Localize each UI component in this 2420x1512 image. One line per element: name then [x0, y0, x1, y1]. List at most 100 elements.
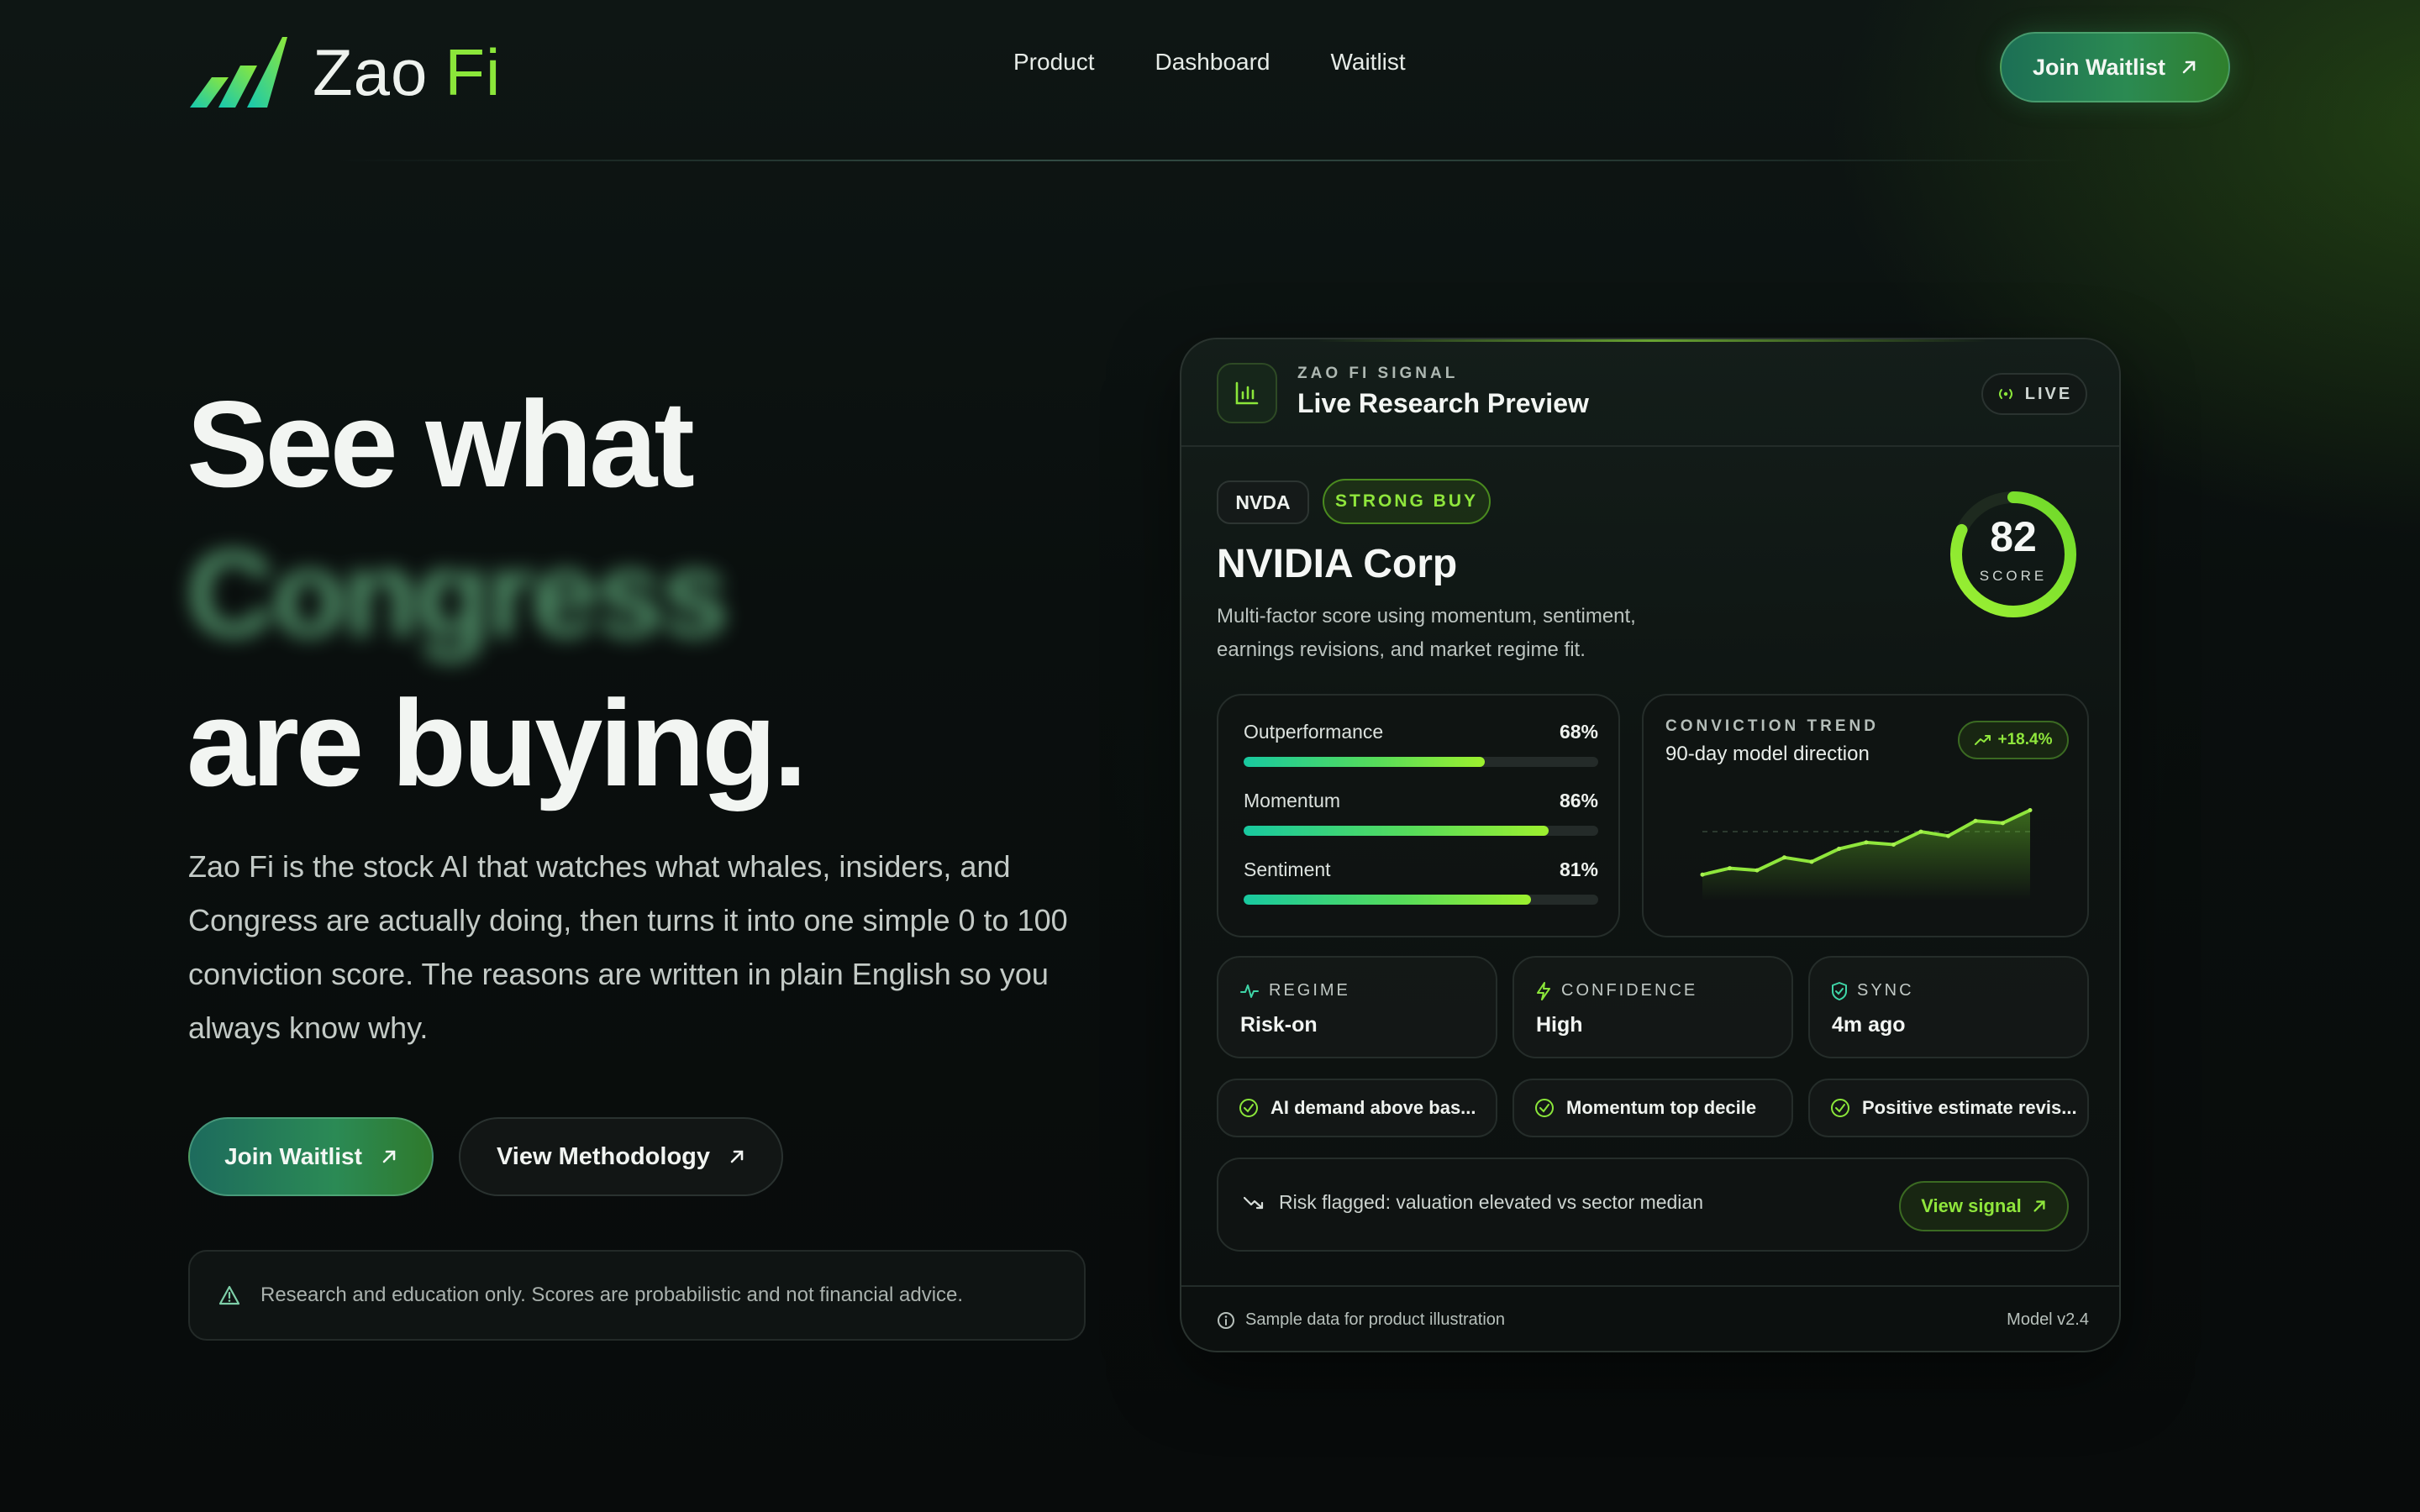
trend-change-value: +18.4%: [1997, 731, 2053, 748]
trend-point: [1700, 872, 1705, 877]
nav-divider: [336, 160, 2084, 161]
logo[interactable]: Zao Fi: [190, 32, 501, 113]
nav-link-product[interactable]: Product: [1013, 49, 1095, 76]
hero-title-blurred-word: Congress: [187, 525, 729, 662]
reason-chip[interactable]: Positive estimate revis...: [1808, 1079, 2089, 1137]
trending-down-icon: [1244, 1196, 1264, 1209]
metric-bar-track: [1244, 757, 1598, 767]
trend-point: [1946, 833, 1950, 838]
shield-icon: [1832, 981, 1847, 1000]
conviction-trend-panel: CONVICTION TREND 90-day model direction …: [1642, 694, 2089, 937]
trending-up-icon: [1974, 735, 1991, 745]
trend-point: [1973, 818, 1978, 823]
metrics-panel: Outperformance 68% Momentum 86% Sentiment 8…: [1217, 694, 1620, 937]
arrow-up-right-icon: [730, 1150, 744, 1163]
reason-chip[interactable]: Momentum top decile: [1512, 1079, 1793, 1137]
live-label: LIVE: [2024, 384, 2073, 403]
logo-mark-icon: [190, 37, 287, 108]
score-value: 82: [1990, 513, 2037, 560]
arrow-up-right-icon: [2033, 1200, 2045, 1212]
metric-bar-fill: [1244, 826, 1549, 836]
stat-regime: REGIME Risk-on: [1217, 956, 1497, 1058]
view-methodology-button[interactable]: View Methodology: [459, 1117, 783, 1196]
trend-area: [1702, 810, 2030, 900]
card-header: ZAO FI SIGNAL Live Research Preview LIVE: [1181, 339, 2119, 447]
info-icon: [1218, 1311, 1234, 1329]
ticker-badge: NVDA: [1217, 480, 1309, 524]
nav-cta-label: Join Waitlist: [2032, 54, 2165, 80]
stat-value: 4m ago: [1832, 1013, 1906, 1037]
reason-text: Momentum top decile: [1566, 1097, 1757, 1118]
check-circle-icon: [1831, 1099, 1849, 1117]
trend-line-chart: [1700, 807, 2033, 900]
trend-point: [2028, 807, 2033, 812]
arrow-up-right-icon: [382, 1150, 396, 1163]
card-title: Live Research Preview: [1297, 388, 1589, 418]
view-signal-label: View signal: [1921, 1195, 2022, 1216]
risk-text: Risk flagged: valuation elevated vs sect…: [1279, 1191, 1704, 1213]
metric-bar-fill: [1244, 895, 1531, 905]
hero-title-line1: See what: [187, 375, 695, 512]
trend-point: [1809, 859, 1814, 864]
trend-point: [1891, 842, 1896, 847]
stat-label: CONFIDENCE: [1561, 981, 1698, 1000]
check-circle-icon: [1535, 1099, 1554, 1117]
signal-badge: STRONG BUY: [1323, 479, 1491, 524]
brand-name: Zao: [313, 34, 429, 109]
view-methodology-label: View Methodology: [496, 1142, 711, 1170]
top-nav: Zao Fi Product Dashboard Waitlist Join Wa…: [0, 0, 2420, 161]
brand-accent: Fi: [445, 34, 502, 109]
card-eyebrow: ZAO FI SIGNAL: [1297, 365, 1459, 382]
join-waitlist-label: Join Waitlist: [224, 1143, 362, 1169]
arrow-up-right-icon: [2182, 60, 2196, 74]
reason-text: AI demand above bas...: [1270, 1097, 1476, 1118]
metric-sentiment: Sentiment 81%: [1244, 858, 1598, 905]
metric-bar-track: [1244, 895, 1598, 905]
research-preview-card: ZAO FI SIGNAL Live Research Preview LIVE…: [1180, 338, 2121, 1352]
score-gauge: 82 SCORE: [1946, 487, 2081, 622]
bolt-icon: [1537, 981, 1550, 1000]
metric-value: 86%: [1559, 790, 1598, 811]
metric-value: 68%: [1559, 721, 1598, 743]
metric-bar-track: [1244, 826, 1598, 836]
risk-panel: Risk flagged: valuation elevated vs sect…: [1217, 1158, 2089, 1252]
check-circle-icon: [1239, 1099, 1258, 1117]
disclaimer-banner: Research and education only. Scores are …: [188, 1250, 1086, 1341]
trend-point: [1837, 847, 1841, 852]
stat-sync: SYNC 4m ago: [1808, 956, 2089, 1058]
metric-value: 81%: [1559, 858, 1598, 880]
footer-note: Sample data for product illustration: [1245, 1310, 1506, 1329]
hero-title: See what Congress are buying.: [187, 370, 808, 818]
company-name: NVIDIA Corp: [1217, 542, 1458, 586]
trend-point: [2001, 821, 2005, 826]
metric-label: Outperformance: [1244, 721, 1384, 743]
join-waitlist-button[interactable]: Join Waitlist: [188, 1117, 434, 1196]
company-description: Multi-factor score using momentum, senti…: [1217, 605, 1636, 661]
nav-link-waitlist[interactable]: Waitlist: [1330, 49, 1405, 76]
nav-join-waitlist-button[interactable]: Join Waitlist: [2000, 32, 2230, 102]
hero-title-line3: are buying.: [187, 675, 808, 811]
hero-description: Zao Fi is the stock AI that watches what…: [188, 849, 1068, 1045]
view-signal-button[interactable]: View signal: [1899, 1181, 2069, 1231]
metric-momentum: Momentum 86%: [1244, 790, 1598, 836]
bar-chart-icon: [1217, 363, 1277, 423]
reason-chip[interactable]: AI demand above bas...: [1217, 1079, 1497, 1137]
warning-icon: [218, 1285, 240, 1305]
live-badge: LIVE: [1981, 373, 2087, 415]
metric-label: Momentum: [1244, 790, 1341, 811]
trend-point: [1918, 829, 1923, 834]
trend-point: [1782, 855, 1786, 860]
pulse-icon: [1240, 984, 1259, 998]
nav-link-dashboard[interactable]: Dashboard: [1155, 49, 1270, 76]
trend-point: [1754, 868, 1760, 873]
trend-change-badge: +18.4%: [1958, 721, 2069, 759]
broadcast-icon: [1998, 389, 2012, 399]
metric-outperformance: Outperformance 68%: [1244, 721, 1598, 767]
metric-label: Sentiment: [1244, 858, 1331, 880]
trend-eyebrow: CONVICTION TREND: [1665, 717, 1879, 735]
stat-value: High: [1536, 1013, 1583, 1037]
trend-title: 90-day model direction: [1665, 743, 1870, 765]
logo-text: Zao Fi: [313, 34, 501, 111]
stat-label: SYNC: [1857, 981, 1914, 1000]
stat-value: Risk-on: [1240, 1013, 1318, 1037]
